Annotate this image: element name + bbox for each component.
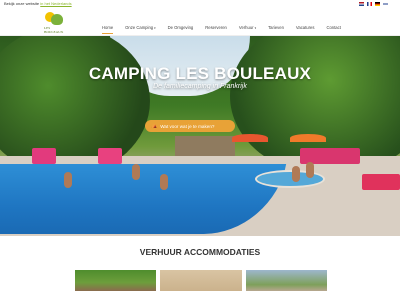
tree-icon	[51, 14, 63, 25]
accommodation-cards	[75, 270, 327, 291]
logo-name: LES BOULEAUX	[44, 26, 72, 34]
hero-parasol	[232, 134, 268, 142]
site-logo[interactable]: LES BOULEAUX	[44, 12, 68, 34]
hero-banner: CAMPING LES BOULEAUX De familiecamping i…	[0, 36, 400, 236]
nav-item-onze-camping[interactable]: Onze Camping▾	[119, 23, 161, 32]
nav-item-tarieven[interactable]: Tarieven	[262, 23, 290, 32]
language-notice-text: Bekijk onze website	[4, 1, 40, 6]
hero-cta-button[interactable]: ⛺ Wat voor wat je te maken?	[145, 120, 235, 132]
language-notice: Bekijk onze website in het Nederlands	[4, 1, 72, 6]
hero-whirlpool	[255, 170, 325, 188]
hero-lounge-chairs	[98, 148, 122, 164]
hero-swimmer	[306, 162, 314, 178]
top-bar: Bekijk onze website in het Nederlands	[0, 0, 400, 8]
site-header: LES BOULEAUX Home Onze Camping▾ De Omgev…	[0, 8, 400, 36]
tent-icon: ⛺	[151, 123, 158, 129]
hero-cta-label: Wat voor wat je te maken?	[160, 123, 215, 129]
main-nav: Home Onze Camping▾ De Omgeving Reservere…	[96, 23, 347, 34]
hero-swimmer	[64, 172, 72, 188]
language-switcher	[359, 2, 388, 6]
en-flag-icon[interactable]	[383, 2, 388, 6]
hero-lounge-chairs	[362, 174, 400, 190]
hero-building	[175, 136, 235, 156]
nav-item-home[interactable]: Home	[96, 23, 119, 34]
logo-line-2: BOULEAUX	[44, 30, 64, 34]
chevron-down-icon: ▾	[154, 26, 156, 30]
nav-item-contact[interactable]: Contact	[320, 23, 346, 32]
nav-item-de-omgeving[interactable]: De Omgeving	[162, 23, 200, 32]
hero-lounge-chairs	[32, 148, 56, 164]
chevron-down-icon: ▾	[254, 26, 257, 30]
hero-trees-left	[0, 36, 150, 176]
nav-item-reserveren[interactable]: Reserveren	[199, 23, 233, 32]
hero-subtitle: De familiecamping in Frankrijk	[153, 83, 247, 90]
nav-item-vacatures[interactable]: Vacatures	[290, 23, 321, 32]
accommodation-card[interactable]	[75, 270, 157, 291]
accommodation-card[interactable]	[245, 270, 327, 291]
nav-item-verhuur[interactable]: Verhuur▾	[233, 23, 262, 32]
hero-title: CAMPING LES BOULEAUX	[88, 64, 312, 83]
hero-swimmer	[160, 174, 168, 190]
hero-swimmer	[132, 164, 140, 180]
de-flag-icon[interactable]	[375, 2, 380, 6]
accommodation-card[interactable]	[160, 270, 242, 291]
language-notice-link[interactable]: in het Nederlands	[40, 1, 71, 6]
hero-swimmer	[292, 166, 300, 182]
section-title: VERHUUR ACCOMMODATIES	[139, 247, 261, 257]
hero-parasol	[290, 134, 326, 142]
fr-flag-icon[interactable]	[367, 2, 372, 6]
nl-flag-icon[interactable]	[359, 2, 364, 6]
